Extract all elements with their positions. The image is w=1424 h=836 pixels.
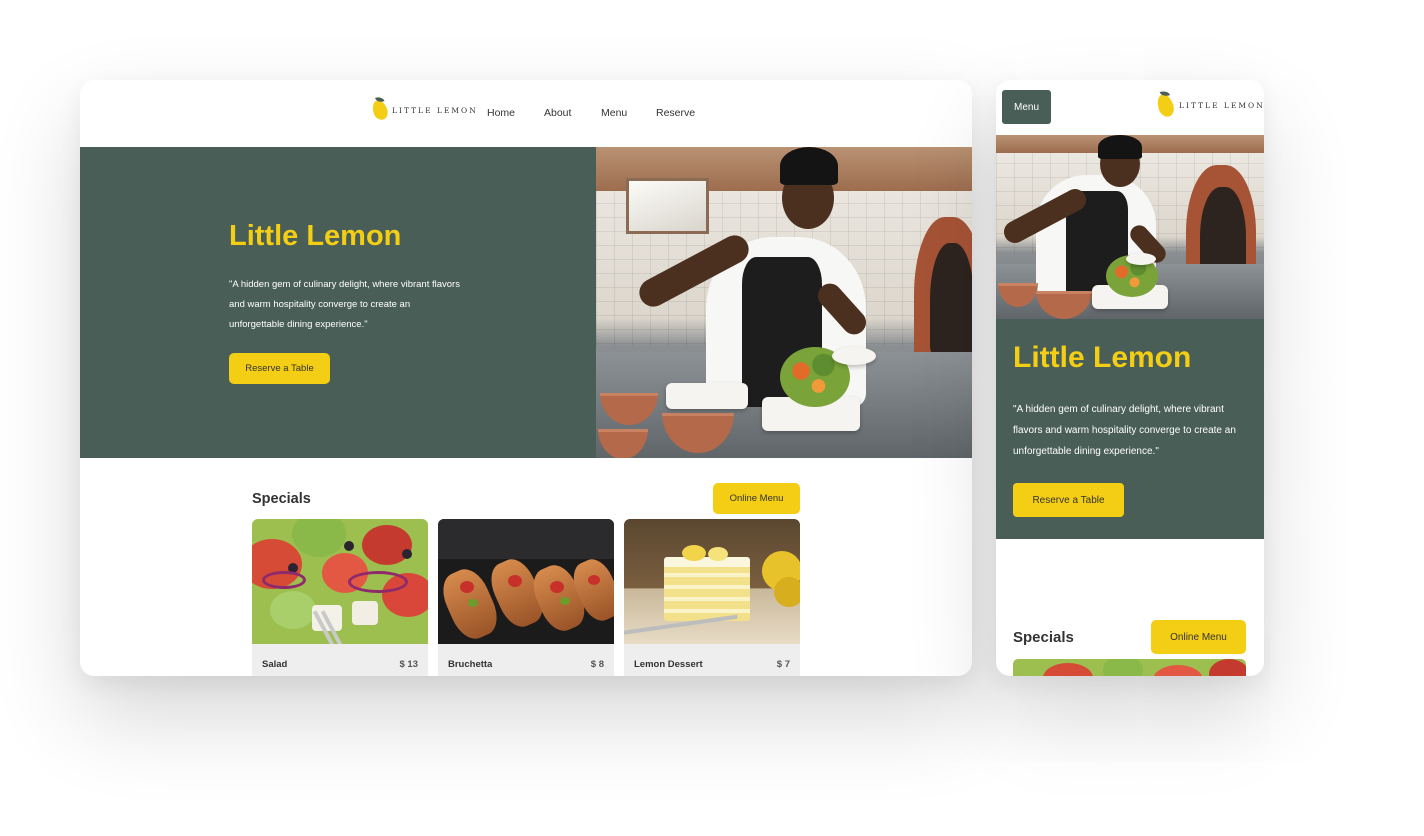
desktop-preview: LITTLE LEMON Home About Menu Reserve Lit… bbox=[80, 80, 972, 676]
special-name: Lemon Dessert bbox=[634, 659, 703, 670]
hero-section: Little Lemon "A hidden gem of culinary d… bbox=[80, 147, 972, 458]
hero-title: Little Lemon bbox=[229, 220, 402, 252]
hero-title: Little Lemon bbox=[1013, 341, 1192, 374]
special-card-lemon-dessert[interactable]: Lemon Dessert $ 7 bbox=[624, 519, 800, 676]
chef-plating-salad-photo bbox=[996, 135, 1264, 319]
nav-link-home[interactable]: Home bbox=[487, 107, 515, 119]
lemon-icon bbox=[370, 95, 390, 122]
greek-salad-photo bbox=[252, 519, 428, 644]
hero-description: "A hidden gem of culinary delight, where… bbox=[1013, 404, 1236, 457]
hero-description: "A hidden gem of culinary delight, where… bbox=[229, 279, 460, 330]
nav-link-about[interactable]: About bbox=[544, 107, 571, 119]
special-card-salad[interactable]: Salad $ 13 bbox=[252, 519, 428, 676]
bruschetta-photo bbox=[438, 519, 614, 644]
reserve-table-button[interactable]: Reserve a Table bbox=[229, 353, 330, 384]
special-price: $ 7 bbox=[776, 659, 790, 670]
mobile-preview: Menu LITTLE LEMON Little Lemon "A hidden… bbox=[996, 80, 1264, 676]
online-menu-button[interactable]: Online Menu bbox=[1151, 620, 1246, 654]
lemon-cake-photo bbox=[624, 519, 800, 644]
logo[interactable]: LITTLE LEMON bbox=[1154, 89, 1264, 119]
nav-link-reserve[interactable]: Reserve bbox=[656, 107, 695, 119]
chef-plating-salad-photo bbox=[596, 147, 972, 458]
top-nav: LITTLE LEMON Home About Menu Reserve bbox=[80, 80, 972, 147]
hero-section: Little Lemon "A hidden gem of culinary d… bbox=[996, 319, 1264, 539]
reserve-table-button[interactable]: Reserve a Table bbox=[1013, 483, 1124, 517]
special-name: Salad bbox=[262, 659, 288, 670]
logo-text: LITTLE LEMON bbox=[392, 105, 478, 115]
hero-photo bbox=[996, 135, 1264, 319]
special-card-bruchetta[interactable]: Bruchetta $ 8 bbox=[438, 519, 614, 676]
special-price: $ 8 bbox=[590, 659, 604, 670]
nav-link-menu[interactable]: Menu bbox=[601, 107, 627, 119]
logo-text: LITTLE LEMON bbox=[1179, 101, 1264, 110]
specials-title: Specials bbox=[252, 491, 311, 507]
logo[interactable]: LITTLE LEMON bbox=[370, 95, 478, 122]
special-price: $ 13 bbox=[399, 659, 419, 670]
special-name: Bruchetta bbox=[448, 659, 493, 670]
specials-title: Specials bbox=[1013, 629, 1074, 646]
online-menu-button[interactable]: Online Menu bbox=[713, 483, 800, 514]
hero-photo bbox=[596, 147, 972, 458]
lemon-icon bbox=[1154, 89, 1177, 119]
menu-button[interactable]: Menu bbox=[1002, 90, 1051, 124]
greek-salad-photo bbox=[1013, 659, 1246, 676]
